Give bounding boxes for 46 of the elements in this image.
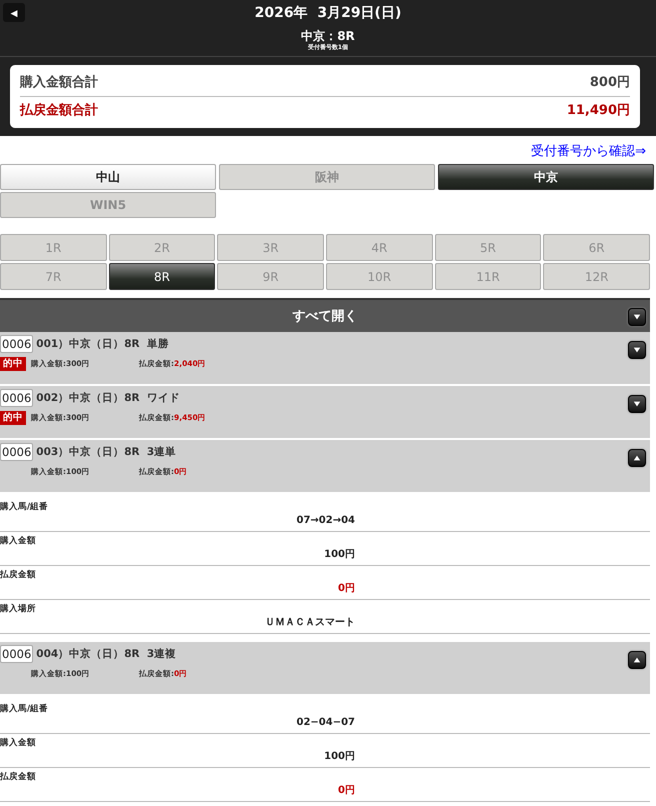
detail-value: 100円: [323, 750, 355, 764]
caret-down-icon: [633, 400, 641, 408]
receipt-number: 0006: [0, 645, 34, 663]
caret-down-icon: [633, 313, 641, 321]
summary-label: 払戻金額合計: [20, 102, 98, 120]
detail-label: 払戻金額: [0, 568, 37, 581]
caret-up-icon: [633, 656, 641, 664]
date-title: 2026年 3月29日(日): [254, 4, 402, 22]
detail-label: 購入馬/組番: [0, 500, 50, 513]
detail-value: 100円: [323, 548, 355, 562]
summary-amount: 800円: [590, 74, 630, 92]
detail-label: 払戻金額: [0, 770, 37, 783]
receipt-number: 0006: [0, 389, 34, 407]
ticket-title: 002）中京（日）8R ワイド: [36, 391, 180, 405]
detail-value: 02−04−07: [295, 716, 355, 730]
detail-label: 購入金額: [0, 736, 37, 749]
collapse-button[interactable]: [628, 449, 646, 467]
receipt-number: 0006: [0, 335, 34, 353]
back-button[interactable]: ◀: [3, 3, 25, 22]
open-all-label: すべて開く: [292, 308, 358, 325]
detail-value: 0円: [337, 582, 355, 596]
ticket-title: 001）中京（日）8R 単勝: [36, 337, 169, 351]
venue-tab[interactable]: 中京: [438, 164, 654, 190]
expand-button[interactable]: [628, 308, 646, 326]
detail-label: 購入金額: [0, 534, 37, 547]
race-title: 中京：8R: [300, 28, 356, 44]
receipt-link[interactable]: 受付番号から確認⇒: [531, 144, 646, 159]
expand-button[interactable]: [628, 341, 646, 359]
venue-tab[interactable]: 中山: [0, 164, 216, 190]
ticket-title: 004）中京（日）8R 3連複: [36, 647, 176, 661]
race-tab[interactable]: 8R: [108, 263, 216, 290]
detail-label: 購入馬/組番: [0, 702, 50, 715]
detail-value: 0円: [337, 784, 355, 798]
collapse-button[interactable]: [628, 651, 646, 669]
detail-value: 07→02→04: [295, 514, 355, 528]
hit-badge: 的中: [0, 357, 26, 371]
expand-button[interactable]: [628, 395, 646, 413]
ticket-title: 003）中京（日）8R 3連単: [36, 445, 176, 459]
receipt-number: 0006: [0, 443, 34, 461]
summary-label: 購入金額合計: [20, 74, 98, 92]
hit-badge: 的中: [0, 411, 26, 425]
caret-up-icon: [633, 454, 641, 462]
summary-amount: 11,490円: [566, 102, 630, 120]
caret-down-icon: [633, 346, 641, 354]
detail-value: ＵＭＡＣＡスマート: [264, 616, 355, 630]
detail-label: 購入場所: [0, 602, 37, 615]
